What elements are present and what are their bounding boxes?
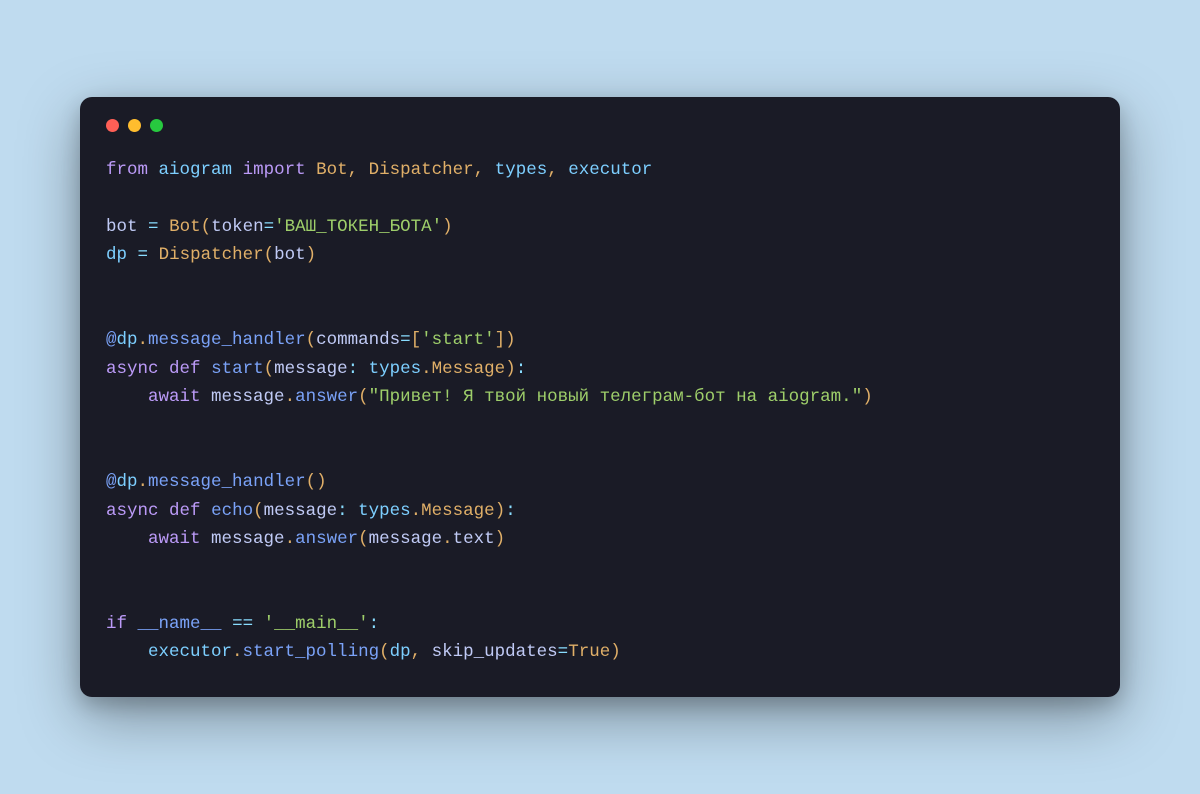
code-block: from aiogram import Bot, Dispatcher, typ… [106, 156, 1094, 666]
zoom-icon[interactable] [150, 119, 163, 132]
close-icon[interactable] [106, 119, 119, 132]
minimize-icon[interactable] [128, 119, 141, 132]
code-window: from aiogram import Bot, Dispatcher, typ… [80, 97, 1120, 696]
window-titlebar [106, 119, 1094, 132]
